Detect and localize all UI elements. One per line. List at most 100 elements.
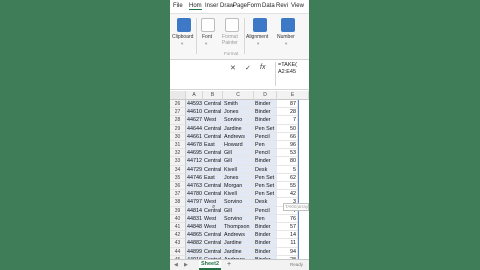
- cell-b[interactable]: East: [203, 141, 223, 150]
- cell-a[interactable]: 44899: [186, 247, 203, 256]
- cell-e[interactable]: 80: [277, 157, 298, 166]
- cell-d[interactable]: Pen: [254, 214, 277, 223]
- tab-page-layout[interactable]: Page: [233, 3, 247, 9]
- cell-b[interactable]: West: [203, 116, 223, 125]
- select-all-corner[interactable]: [170, 91, 186, 100]
- row-header[interactable]: 28: [170, 116, 186, 125]
- cell-c[interactable]: Gill: [223, 149, 254, 158]
- tab-insert[interactable]: Inser: [205, 3, 218, 9]
- cell-a[interactable]: 44865: [186, 231, 203, 240]
- cell-b[interactable]: Central: [203, 108, 223, 117]
- cell-c[interactable]: Kivell: [223, 190, 254, 199]
- cell-b[interactable]: Central: [203, 190, 223, 199]
- cell-b[interactable]: West: [203, 223, 223, 232]
- tab-draw[interactable]: Draw: [220, 3, 234, 9]
- cell-b[interactable]: Central: [203, 247, 223, 256]
- cell-a[interactable]: 44644: [186, 124, 203, 133]
- cell-c[interactable]: Sorvino: [223, 198, 254, 207]
- row-header[interactable]: 29: [170, 124, 186, 133]
- tab-data[interactable]: Data: [262, 3, 275, 9]
- cell-a[interactable]: 44661: [186, 132, 203, 141]
- cell-b[interactable]: Central: [203, 132, 223, 141]
- cell-d[interactable]: Pencil: [254, 132, 277, 141]
- cell-d[interactable]: Binder: [254, 231, 277, 240]
- tab-view[interactable]: View: [291, 3, 304, 9]
- cell-c[interactable]: Gill: [223, 157, 254, 166]
- cell-b[interactable]: West: [203, 214, 223, 223]
- cell-c[interactable]: Andrews: [223, 231, 254, 240]
- cell-b[interactable]: Central: [203, 239, 223, 248]
- alignment-group[interactable]: Alignment ▾: [246, 16, 274, 56]
- cell-a[interactable]: 44780: [186, 190, 203, 199]
- tab-file[interactable]: File: [173, 3, 183, 9]
- cell-c[interactable]: Sorvino: [223, 116, 254, 125]
- format-painter-button[interactable]: Format Painter: [221, 16, 243, 56]
- row-header[interactable]: 33: [170, 157, 186, 166]
- cell-a[interactable]: 44797: [186, 198, 203, 207]
- row-header[interactable]: 35: [170, 173, 186, 182]
- add-sheet-icon[interactable]: +: [225, 261, 233, 269]
- row-header[interactable]: 31: [170, 141, 186, 150]
- sheet-tab-sheet2[interactable]: Sheet2: [199, 260, 221, 270]
- cell-d[interactable]: Pen Set: [254, 190, 277, 199]
- cell-e[interactable]: 7: [277, 116, 298, 125]
- cell-b[interactable]: Central: [203, 231, 223, 240]
- cell-e[interactable]: 28: [277, 108, 298, 117]
- row-header[interactable]: 26: [170, 100, 186, 109]
- cell-e[interactable]: 96: [277, 141, 298, 150]
- tab-review[interactable]: Revi: [276, 3, 288, 9]
- cell-c[interactable]: Thompson: [223, 223, 254, 232]
- cell-c[interactable]: Jardine: [223, 247, 254, 256]
- column-header-c[interactable]: C: [223, 91, 254, 100]
- cell-b[interactable]: Central: [203, 124, 223, 133]
- row-header[interactable]: 41: [170, 223, 186, 232]
- cell-c[interactable]: Smith: [223, 100, 254, 109]
- cell-c[interactable]: Kivell: [223, 165, 254, 174]
- cell-e[interactable]: 14: [277, 231, 298, 240]
- row-header[interactable]: 44: [170, 247, 186, 256]
- cell-d[interactable]: Binder: [254, 223, 277, 232]
- cell-d[interactable]: Pencil: [254, 206, 277, 215]
- cell-e[interactable]: 53: [277, 149, 298, 158]
- cancel-icon[interactable]: ✕: [230, 64, 236, 72]
- cell-c[interactable]: Jones: [223, 108, 254, 117]
- cell-a[interactable]: 44729: [186, 165, 203, 174]
- cell-e[interactable]: 76: [277, 214, 298, 223]
- cell-e[interactable]: 57: [277, 223, 298, 232]
- row-header[interactable]: 42: [170, 231, 186, 240]
- cell-a[interactable]: 44712: [186, 157, 203, 166]
- row-header[interactable]: 40: [170, 214, 186, 223]
- scroll-right-icon[interactable]: ▶: [184, 262, 188, 268]
- cell-b[interactable]: Central: [203, 149, 223, 158]
- cell-c[interactable]: Jones: [223, 173, 254, 182]
- cell-a[interactable]: 44678: [186, 141, 203, 150]
- row-header[interactable]: 36: [170, 182, 186, 191]
- row-header[interactable]: 32: [170, 149, 186, 158]
- cell-a[interactable]: 44848: [186, 223, 203, 232]
- row-header[interactable]: 34: [170, 165, 186, 174]
- scroll-left-icon[interactable]: ◀: [174, 262, 178, 268]
- number-group[interactable]: Number ▾: [276, 16, 304, 56]
- cell-d[interactable]: Pen Set: [254, 173, 277, 182]
- row-header[interactable]: 38: [170, 198, 186, 207]
- cell-c[interactable]: Jardine: [223, 239, 254, 248]
- cell-a[interactable]: 44627: [186, 116, 203, 125]
- cell-c[interactable]: Sorvino: [223, 214, 254, 223]
- cell-e[interactable]: 94: [277, 247, 298, 256]
- cell-a[interactable]: 44593: [186, 100, 203, 109]
- cell-e[interactable]: 55: [277, 182, 298, 191]
- cell-d[interactable]: Binder: [254, 116, 277, 125]
- column-header-a[interactable]: A: [186, 91, 203, 100]
- tab-formulas[interactable]: Form: [247, 3, 261, 9]
- cell-e[interactable]: 50: [277, 124, 298, 133]
- cell-a[interactable]: 44746: [186, 173, 203, 182]
- cell-e[interactable]: 5: [277, 165, 298, 174]
- row-header[interactable]: 37: [170, 190, 186, 199]
- row-header[interactable]: 39: [170, 206, 186, 215]
- cell-d[interactable]: Pen Set: [254, 182, 277, 191]
- enter-icon[interactable]: ✓: [245, 64, 251, 72]
- cell-a[interactable]: 44831: [186, 214, 203, 223]
- insert-function-icon[interactable]: fx: [260, 64, 265, 71]
- row-header[interactable]: 27: [170, 108, 186, 117]
- cell-d[interactable]: Binder: [254, 247, 277, 256]
